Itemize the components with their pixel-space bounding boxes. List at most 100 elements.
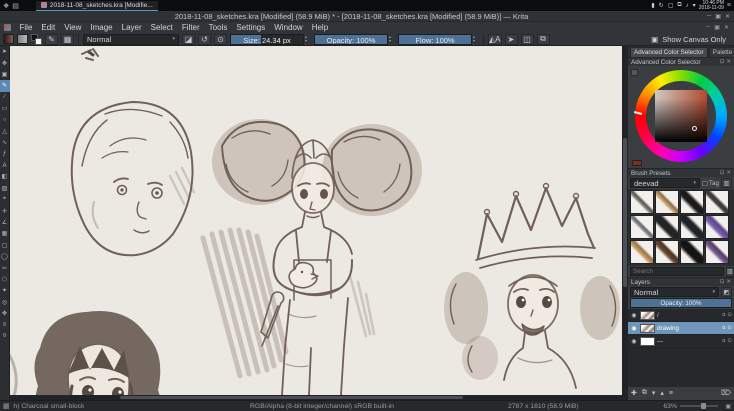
window-control-button[interactable]: ─ [707,13,711,20]
show-canvas-only-button[interactable]: ▣ Show Canvas Only [646,35,731,44]
brush-preset-tile[interactable] [655,190,679,214]
brush-preset-tile[interactable] [655,215,679,239]
move-layer-down-button[interactable]: ▾ [652,389,656,397]
layer-alpha-icon[interactable]: α [722,338,725,344]
layer-alpha-icon[interactable]: α [722,312,725,318]
tool-button[interactable]: ✦ [0,285,10,296]
layer-name[interactable]: / [657,312,720,319]
mirror-horizontal-button[interactable]: ◭A [488,33,502,45]
docker-tab[interactable]: Advanced Color Selector [630,47,708,57]
pattern-chooser[interactable] [17,34,28,44]
snapshot-button[interactable]: ⧉ [536,33,550,45]
layer-row[interactable]: ◉ drawing α ⊙ [628,322,734,335]
menu-item[interactable]: Image [86,22,117,33]
brush-preset-tile[interactable] [630,215,654,239]
close-docker-icon[interactable]: ✕ [726,170,731,176]
eraser-mode-button[interactable]: ◪ [182,33,195,45]
float-docker-icon[interactable]: ⊡ [720,279,725,285]
tray-icon[interactable]: ▮ [651,2,654,9]
close-docker-icon[interactable]: ✕ [726,59,731,65]
alpha-lock-button[interactable]: ⊙ [214,33,227,45]
hscroll-handle[interactable] [120,396,463,399]
layer-visibility-icon[interactable]: ◉ [630,312,638,319]
reload-preset-button[interactable]: ↺ [198,33,211,45]
current-color-swatch[interactable] [632,160,642,166]
tool-button[interactable]: ƒ [0,149,10,160]
tray-icon[interactable]: ⧉ [677,2,681,9]
tool-button[interactable]: ✥ [0,57,10,68]
tool-button[interactable]: ▣ [0,69,10,80]
layers-header[interactable]: Layers ⊡ ✕ [628,277,734,286]
float-docker-icon[interactable]: ⊡ [720,170,725,176]
mdi-control-button[interactable]: ✕ [724,24,729,31]
tool-button[interactable]: ∕ [0,92,10,103]
brush-preset-tile[interactable] [630,190,654,214]
close-docker-icon[interactable]: ✕ [726,279,731,285]
tag-toggle[interactable]: ▢ Tag [702,180,719,187]
layer-row[interactable]: ◉ / α ⊙ [628,309,734,322]
window-control-button[interactable]: ✕ [725,13,730,20]
search-options-icon[interactable]: ▥ [726,266,734,277]
menu-item[interactable]: Edit [37,22,60,33]
tool-button[interactable]: A [0,160,10,171]
tool-button[interactable]: ▭ [0,103,10,114]
duplicate-layer-button[interactable]: ⧉ [642,389,647,397]
tool-button[interactable]: ✎ [0,80,10,92]
menu-item[interactable]: Filter [177,22,204,33]
current-brush-name[interactable]: h) Charcoal small-block [13,403,84,410]
toolbar-slider[interactable]: Flow: 100% [398,33,472,45]
selector-settings-icon[interactable] [631,69,638,76]
zoom-slider-handle[interactable] [700,403,706,409]
zoom-slider[interactable] [680,403,718,409]
fg-bg-color-chip[interactable] [31,33,42,45]
tool-button[interactable]: ◧ [0,171,10,182]
tool-button[interactable]: △ [0,126,10,137]
brush-preset-chooser-button[interactable]: ▦ [61,33,74,45]
brush-preset-tile[interactable] [680,215,704,239]
tool-button[interactable]: ◎ [0,297,10,308]
color-selector-header[interactable]: Advanced Color Selector ⊡ ✕ [628,57,734,66]
toolbar-slider[interactable]: Opacity: 100% [314,33,388,45]
tool-button[interactable]: ⬠ [0,274,10,285]
layer-name[interactable]: — [657,338,720,345]
layer-filter-button[interactable]: ◩ [721,287,732,297]
layer-properties-button[interactable]: ≡ [669,390,673,397]
layer-name[interactable]: drawing [657,325,720,332]
menu-item[interactable]: File [15,22,37,33]
docker-tab[interactable]: Palette [708,47,734,57]
taskbar-window-button[interactable]: 2018-11-08_sketches.kra [Modifie... [35,0,158,11]
zoom-level[interactable]: 63% [663,403,677,410]
layer-opacity-slider[interactable]: Opacity: 100% [630,298,732,308]
layer-visibility-icon[interactable]: ◉ [630,338,638,345]
tool-button[interactable]: ∿ [0,137,10,148]
tray-icon[interactable]: ♪ [686,3,689,9]
preset-search-input[interactable] [630,267,724,276]
tray-icon[interactable]: ▢ [668,2,674,9]
menu-item[interactable]: Window [270,22,307,33]
tool-button[interactable]: ▢ [0,240,10,251]
tag-filter-dropdown[interactable]: deevad ▾ [630,178,700,188]
toolbar-slider[interactable]: Size: 24.34 px [230,33,304,45]
krita-menu-icon[interactable] [4,24,11,31]
advanced-color-selector[interactable] [628,66,734,168]
clock[interactable]: 10:46 PM 2018-11-09 [699,0,724,11]
window-list-icon[interactable]: ▤ [12,2,19,10]
tool-button[interactable]: ▦ [0,228,10,239]
layer-inherit-icon[interactable]: ⊙ [727,312,732,318]
selection-indicator-icon[interactable]: ▦ [3,402,9,410]
tool-button[interactable]: ▨ [0,183,10,194]
window-titlebar[interactable]: 2018-11-08_sketches.kra [Modified] (58.9… [0,11,734,22]
layer-inherit-icon[interactable]: ⊙ [727,338,732,344]
canvas[interactable] [10,46,622,395]
layer-visibility-icon[interactable]: ◉ [630,325,638,332]
tool-button[interactable]: ➤ [0,46,10,57]
menu-item[interactable]: Tools [204,22,232,33]
blend-mode-dropdown[interactable]: Normal ▾ [83,33,179,45]
window-control-button[interactable]: ▣ [715,13,721,20]
panel-menu-icon[interactable]: ≡ [727,2,731,9]
wraparound-mode-button[interactable]: ◫ [520,33,534,45]
brush-presets-header[interactable]: Brush Presets ⊡ ✕ [628,168,734,177]
tool-button[interactable]: ✛ [0,205,10,216]
tool-button[interactable]: ⌖ [0,194,10,205]
slider-spinner[interactable]: ▴ ▾ [305,35,311,43]
